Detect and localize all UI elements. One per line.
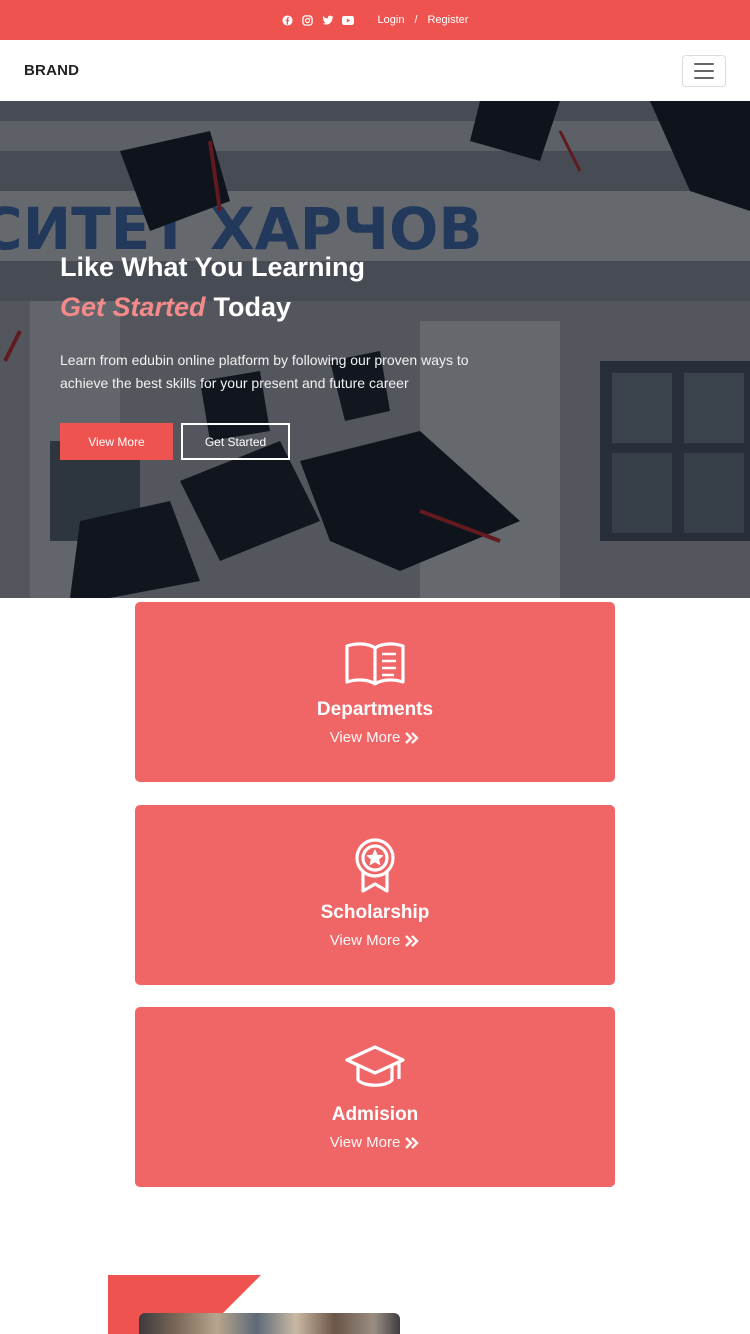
get-started-button[interactable]: Get Started (181, 423, 290, 460)
view-more-button[interactable]: View More (60, 423, 173, 460)
hamburger-icon (694, 62, 714, 65)
hero-banner: СИТЕТ ХАРЧОВ Like What You Learning Get (0, 101, 750, 598)
hero-buttons: View More Get Started (60, 423, 490, 460)
card-admision[interactable]: Admision View More (135, 1007, 615, 1187)
auth-separator: / (414, 14, 418, 26)
brand-logo[interactable]: BRAND (24, 62, 79, 79)
graduation-cap-icon (344, 1042, 406, 1094)
double-chevron-right-icon (405, 934, 419, 947)
hero-content: Like What You Learning Get Started Today … (60, 247, 490, 460)
open-book-icon (344, 637, 406, 689)
menu-toggle-button[interactable] (682, 54, 726, 87)
award-badge-icon (344, 838, 406, 893)
hero-title-accent: Get Started (60, 292, 206, 322)
double-chevron-right-icon (405, 1136, 419, 1149)
card-view-more-link[interactable]: View More (330, 729, 421, 746)
card-departments[interactable]: Departments View More (135, 602, 615, 782)
hero-description: Learn from edubin online platform by fol… (60, 352, 469, 391)
double-chevron-right-icon (405, 731, 419, 744)
youtube-icon[interactable] (341, 14, 354, 26)
hero-title-line1: Like What You Learning (60, 252, 366, 282)
about-image (139, 1313, 400, 1334)
card-view-more-link[interactable]: View More (330, 932, 421, 949)
hero-title-line2: Get Started Today (60, 287, 490, 327)
card-title: Departments (316, 699, 434, 720)
card-view-more-link[interactable]: View More (330, 1134, 421, 1151)
facebook-icon[interactable] (282, 14, 294, 26)
twitter-icon[interactable] (322, 14, 334, 26)
login-link[interactable]: Login (378, 14, 405, 26)
top-bar: Login / Register (0, 0, 750, 40)
card-title: Scholarship (320, 902, 430, 923)
instagram-icon[interactable] (302, 14, 314, 26)
card-scholarship[interactable]: Scholarship View More (135, 805, 615, 985)
auth-links: Login / Register (378, 14, 469, 26)
hero-title: Like What You Learning Get Started Today (60, 247, 490, 327)
social-links (282, 14, 354, 26)
hero-title-rest: Today (213, 292, 292, 322)
navbar: BRAND (0, 40, 750, 101)
card-title: Admision (331, 1104, 419, 1125)
register-link[interactable]: Register (428, 14, 469, 26)
